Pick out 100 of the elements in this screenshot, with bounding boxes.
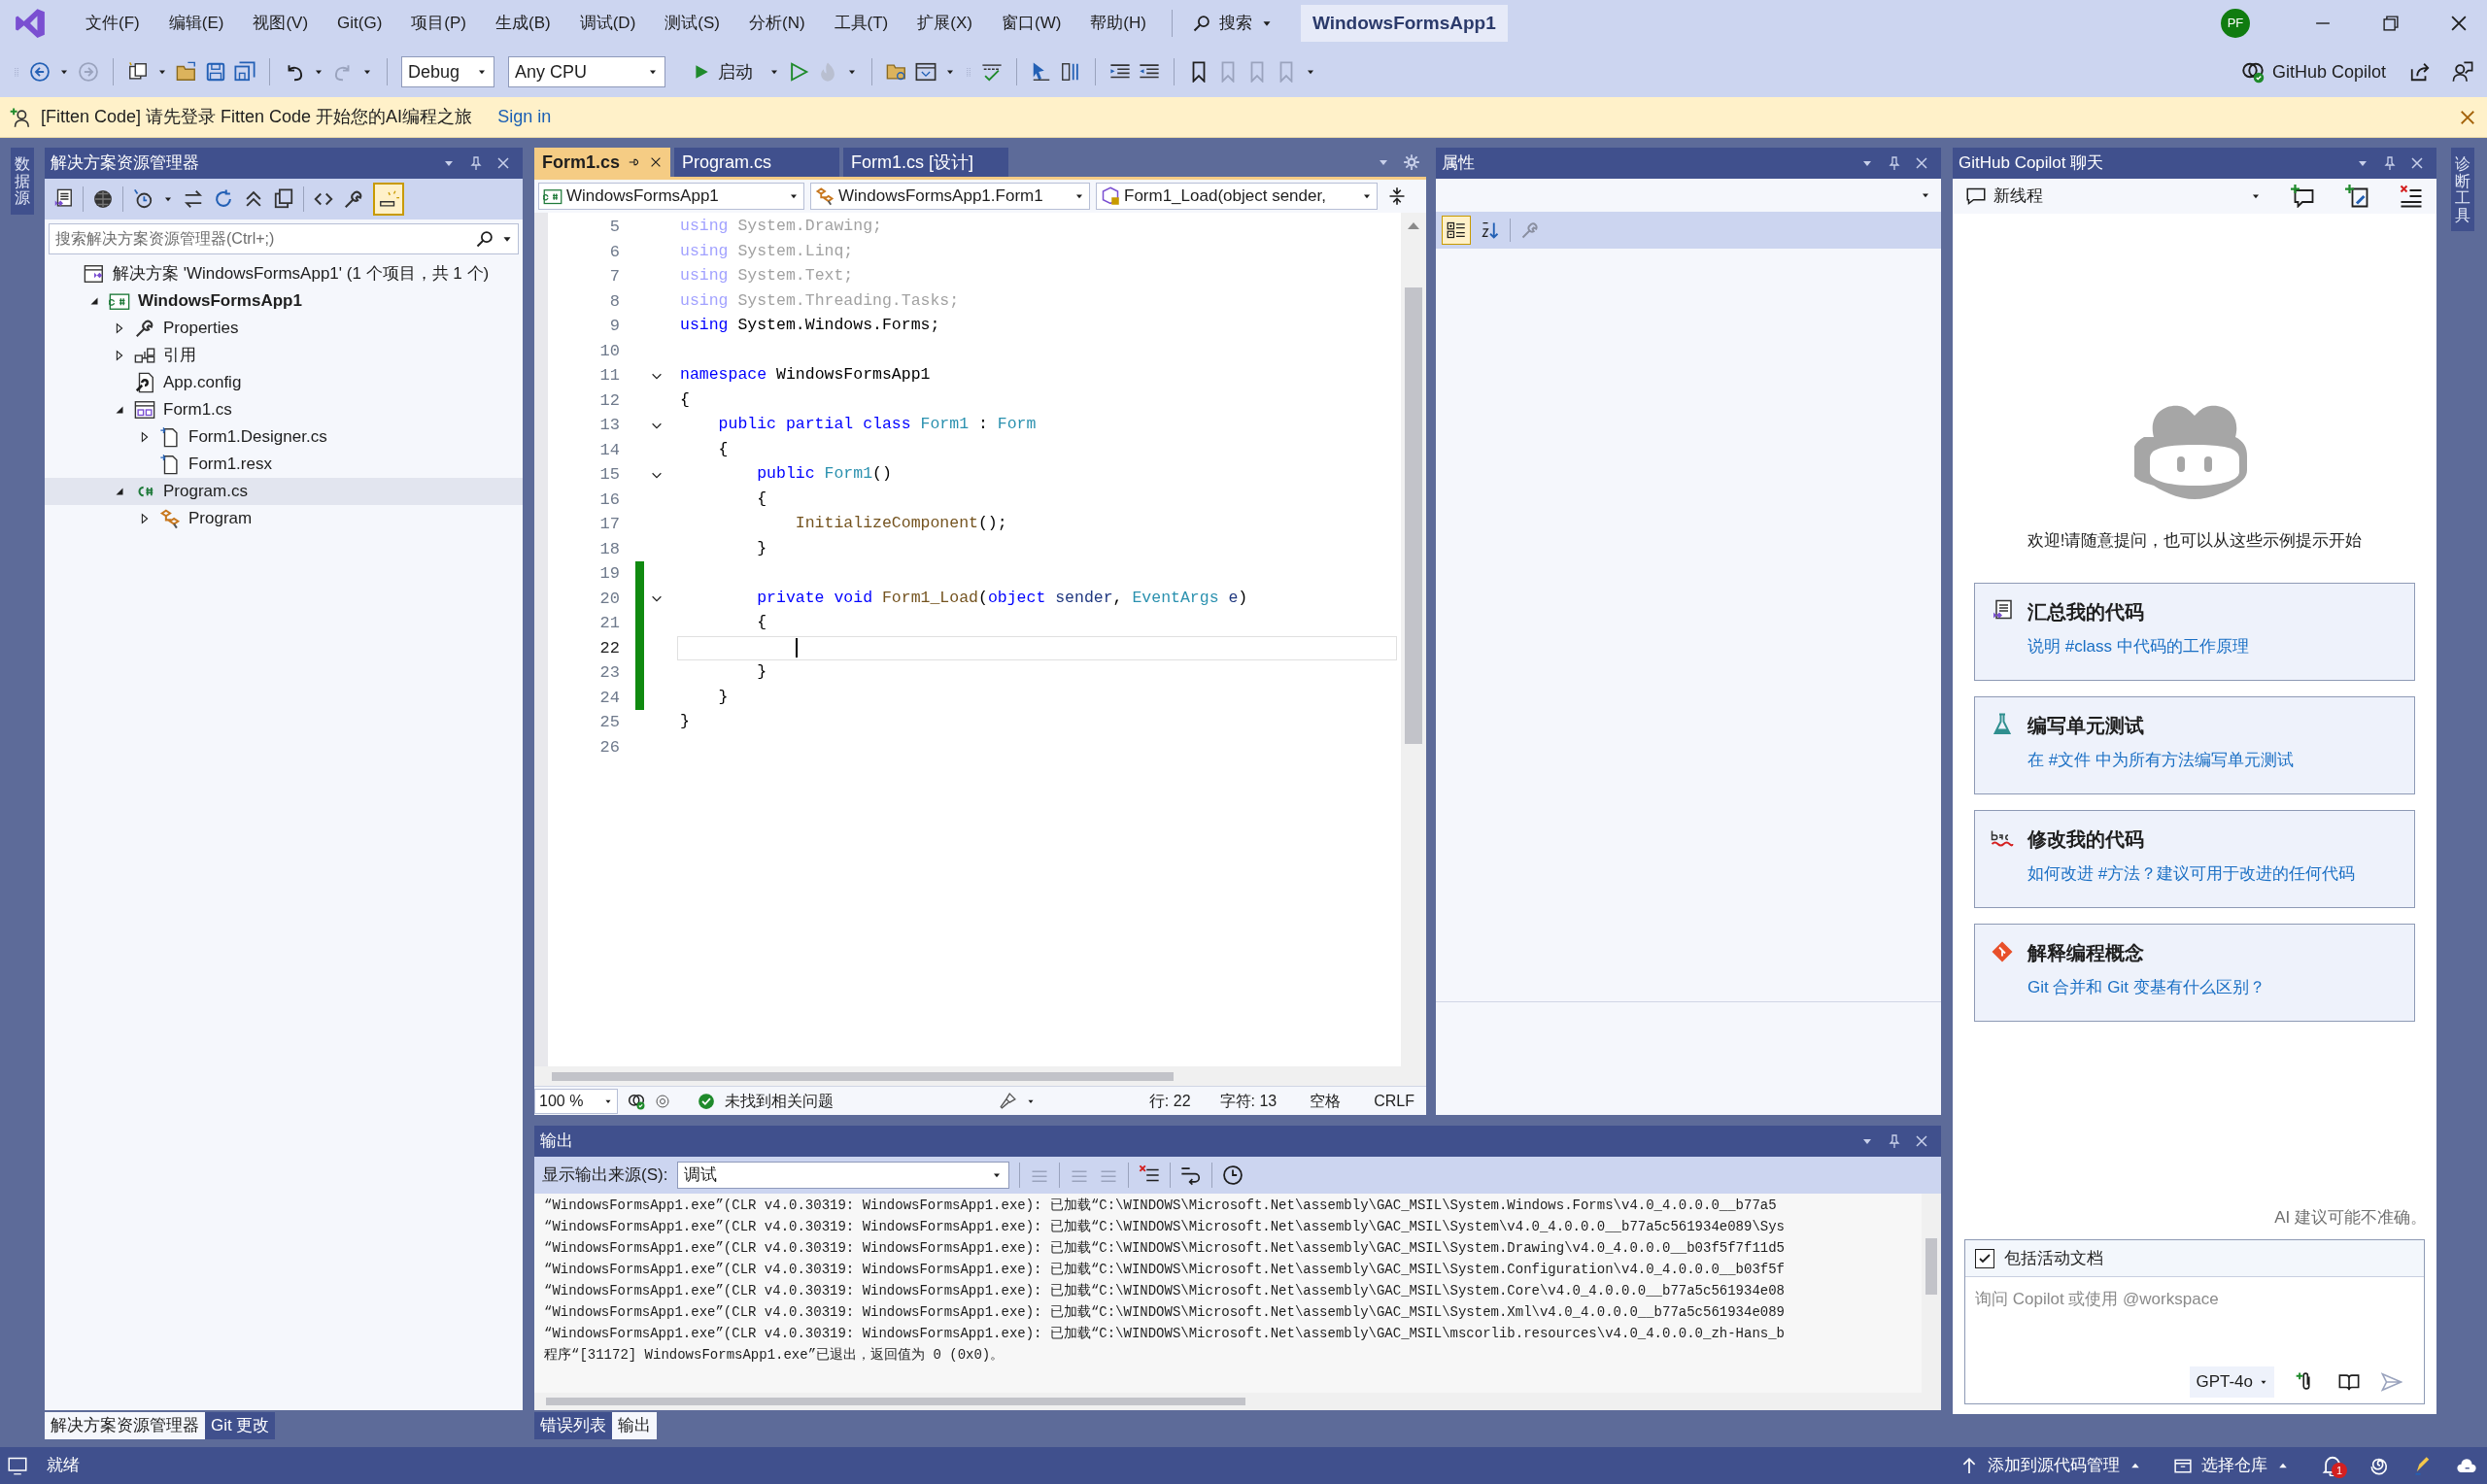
- folder-search-icon[interactable]: [886, 61, 907, 83]
- open-folder-icon[interactable]: [176, 61, 197, 83]
- prompt-card[interactable]: 修改我的代码 如何改进 #方法？建议可用于改进的任何代码: [1974, 809, 2415, 908]
- navigation-dropdown[interactable]: Form1_Load(object sender,: [1096, 183, 1378, 210]
- window-icon[interactable]: [915, 61, 937, 83]
- share-icon[interactable]: [2409, 61, 2431, 83]
- globe-icon[interactable]: [92, 188, 114, 210]
- navigation-dropdown[interactable]: WindowsFormsApp1: [538, 183, 804, 210]
- copilot-status-icon[interactable]: [2370, 1456, 2390, 1475]
- solution-icon[interactable]: [52, 188, 74, 210]
- search-field[interactable]: 搜索解决方案资源管理器(Ctrl+;): [50, 224, 469, 253]
- close-icon[interactable]: [1914, 155, 1929, 171]
- side-tab[interactable]: 数据源: [11, 148, 34, 215]
- editor-tab[interactable]: Form1.cs: [534, 148, 671, 177]
- clock-icon[interactable]: [1222, 1164, 1244, 1186]
- brush-icon[interactable]: [999, 1092, 1016, 1110]
- split-icon[interactable]: [1387, 186, 1407, 206]
- editor-tab[interactable]: Program.cs: [674, 148, 840, 177]
- indent-mode[interactable]: 空格: [1310, 1089, 1342, 1113]
- prompt-example[interactable]: Git 合并和 Git 变基有什么区别？: [2027, 974, 2266, 999]
- settings-icon[interactable]: [1403, 153, 1420, 171]
- sync-icon[interactable]: [183, 188, 204, 210]
- side-tab[interactable]: 诊断工具: [2451, 148, 2474, 232]
- prompt-example[interactable]: 在 #文件 中为所有方法编写单元测试: [2027, 747, 2294, 772]
- spell-check-icon[interactable]: [981, 61, 1003, 83]
- tree-item[interactable]: Form1.cs: [163, 397, 232, 422]
- circle-icon[interactable]: [655, 1093, 670, 1109]
- output-window-icon[interactable]: [8, 1456, 27, 1475]
- scrollbar[interactable]: [1401, 213, 1426, 1066]
- tree-item[interactable]: 解决方案 'WindowsFormsApp1' (1 个项目，共 1 个): [113, 261, 490, 287]
- menu-item[interactable]: 扩展(X): [905, 5, 984, 42]
- save-all-icon[interactable]: [234, 61, 256, 83]
- panel-tab[interactable]: 解决方案资源管理器: [45, 1412, 205, 1439]
- checkbox[interactable]: [1975, 1248, 1994, 1268]
- back-icon[interactable]: [29, 61, 51, 83]
- menu-item[interactable]: 帮助(H): [1078, 5, 1158, 42]
- close-icon[interactable]: [1914, 1133, 1929, 1149]
- panel-tab[interactable]: Git 更改: [205, 1412, 276, 1439]
- edit-chat-icon[interactable]: [2345, 185, 2368, 208]
- save-icon[interactable]: [205, 61, 226, 83]
- line-position[interactable]: 行: 22: [1148, 1089, 1191, 1113]
- new-project-icon[interactable]: [127, 61, 149, 83]
- preview-button[interactable]: [373, 183, 404, 216]
- columns-icon[interactable]: [1060, 61, 1081, 83]
- sign-in-link[interactable]: Sign in: [497, 104, 552, 130]
- configuration-dropdown[interactable]: Debug: [401, 56, 494, 87]
- word-wrap-icon[interactable]: [1180, 1164, 1203, 1186]
- menu-item[interactable]: 工具(T): [822, 5, 901, 42]
- character-position[interactable]: 字符: 13: [1219, 1089, 1278, 1113]
- scrollbar[interactable]: [534, 1393, 1941, 1410]
- copilot-icon[interactable]: [628, 1092, 645, 1110]
- source-control-button[interactable]: 添加到源代码管理: [1960, 1453, 2141, 1478]
- tree-item[interactable]: Program.cs: [163, 479, 248, 504]
- panel-tab[interactable]: 输出: [612, 1412, 657, 1439]
- menu-item[interactable]: 视图(V): [241, 5, 321, 42]
- prompt-card[interactable]: 编写单元测试 在 #文件 中为所有方法编写单元测试: [1974, 695, 2415, 794]
- platform-dropdown[interactable]: Any CPU: [508, 56, 665, 87]
- menu-item[interactable]: 生成(B): [484, 5, 562, 42]
- prompt-card[interactable]: 汇总我的代码 说明 #class 中代码的工作原理: [1974, 582, 2415, 681]
- prompt-example[interactable]: 如何改进 #方法？建议可用于改进的任何代码: [2027, 860, 2356, 886]
- start-button[interactable]: 启动: [685, 55, 761, 88]
- menu-item[interactable]: 分析(N): [736, 5, 817, 42]
- feedback-icon[interactable]: [2452, 61, 2473, 83]
- menu-item[interactable]: 文件(F): [74, 5, 152, 42]
- tree-item[interactable]: WindowsFormsApp1: [138, 288, 302, 314]
- issues-status[interactable]: 未找到相关问题: [725, 1089, 834, 1113]
- search-icon[interactable]: [475, 229, 494, 249]
- sort-alphabetical-icon[interactable]: [1481, 220, 1500, 240]
- refresh-icon[interactable]: [213, 188, 234, 210]
- search-box[interactable]: 搜索解决方案资源管理器(Ctrl+;): [49, 223, 519, 254]
- model-dropdown[interactable]: GPT-4o: [2190, 1366, 2274, 1398]
- search-button[interactable]: 搜索: [1185, 6, 1279, 41]
- copy-icon[interactable]: [273, 188, 294, 210]
- play-outline-icon[interactable]: [788, 61, 809, 83]
- zoom-dropdown[interactable]: 100 %: [534, 1088, 618, 1114]
- menu-item[interactable]: Git(G): [325, 5, 394, 42]
- prompt-example[interactable]: 说明 #class 中代码的工作原理: [2027, 633, 2249, 658]
- user-avatar[interactable]: PF: [2221, 9, 2250, 38]
- menu-item[interactable]: 窗口(W): [989, 5, 1073, 42]
- tree-item[interactable]: Properties: [163, 316, 239, 341]
- menu-item[interactable]: 测试(S): [653, 5, 732, 42]
- navigation-dropdown[interactable]: WindowsFormsApp1.Form1: [810, 183, 1090, 210]
- logo-icon[interactable]: [14, 7, 47, 40]
- line-ending[interactable]: CRLF: [1374, 1089, 1414, 1113]
- cursor-icon[interactable]: [1031, 61, 1052, 83]
- tree-item[interactable]: Form1.resx: [188, 452, 272, 477]
- menu-item[interactable]: 调试(D): [567, 5, 648, 42]
- tree-item[interactable]: Program: [188, 506, 253, 531]
- new-chat-icon[interactable]: [2291, 185, 2314, 208]
- book-icon[interactable]: [2338, 1371, 2360, 1393]
- copilot-button[interactable]: GitHub Copilot: [2234, 55, 2392, 88]
- tree-item[interactable]: App.config: [163, 370, 242, 395]
- scrollbar[interactable]: [534, 1066, 1426, 1086]
- close-icon[interactable]: [2409, 155, 2425, 171]
- tree-item[interactable]: 引用: [163, 343, 196, 368]
- scrollbar[interactable]: [1922, 1194, 1941, 1393]
- close-icon[interactable]: [495, 155, 511, 171]
- chat-input[interactable]: 询问 Copilot 或使用 @workspace: [1965, 1277, 2424, 1361]
- panel-tab[interactable]: 错误列表: [534, 1412, 612, 1439]
- prompt-card[interactable]: 解释编程概念 Git 合并和 Git 变基有什么区别？: [1974, 923, 2415, 1022]
